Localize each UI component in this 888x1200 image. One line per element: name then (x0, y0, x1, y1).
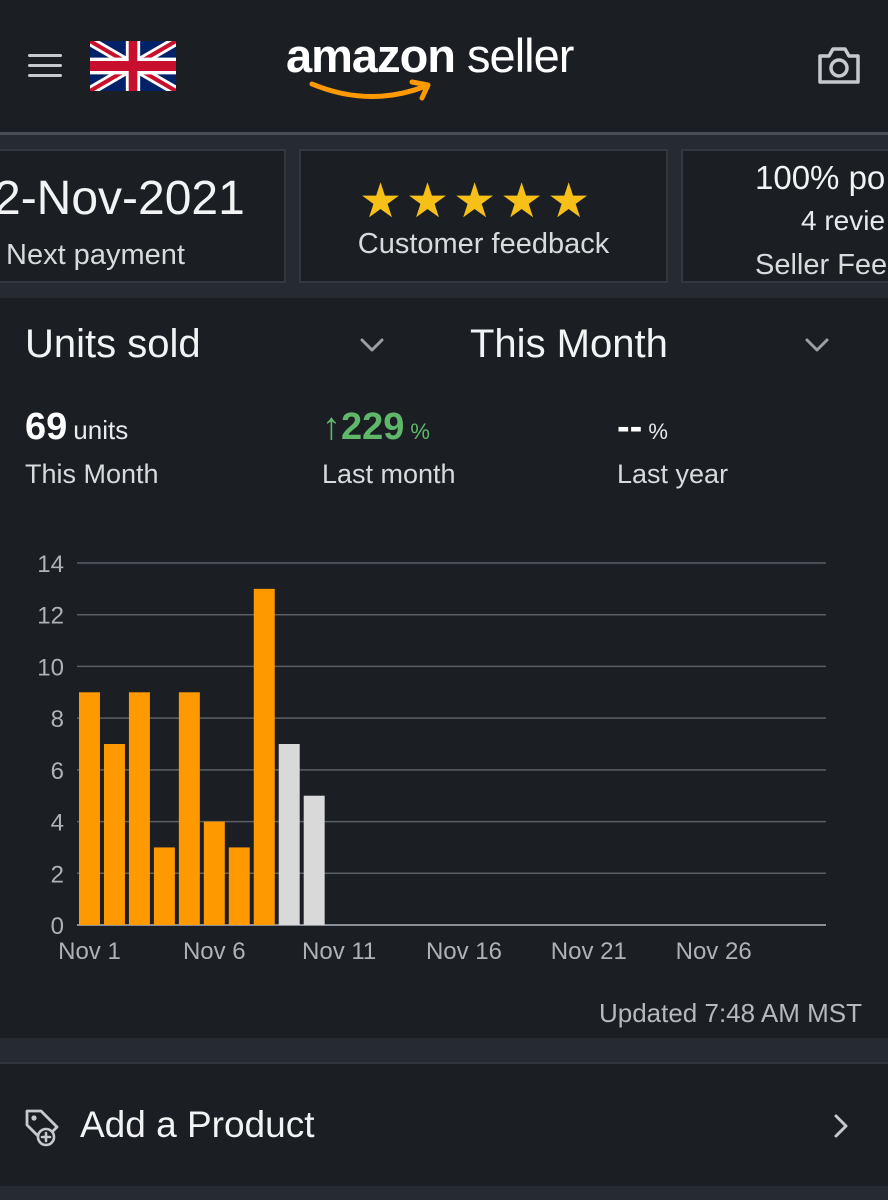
y-tick-label: 8 (51, 706, 64, 733)
add-product-label: Add a Product (80, 1104, 315, 1145)
feedback-percent: 100% po (755, 159, 886, 196)
chevron-right-icon (834, 1114, 848, 1138)
metric-this-month: 69 units This Month (25, 406, 159, 490)
period-dropdown-label: This Month (470, 322, 668, 366)
feedback-label: Customer feedback (357, 228, 610, 260)
bar (178, 692, 200, 925)
period-dropdown[interactable]: This Month (470, 322, 830, 372)
review-count: 4 revie (801, 205, 886, 236)
x-tick-label: Nov 21 (551, 938, 627, 965)
metric-unit: units (73, 415, 129, 445)
y-tick-label: 10 (37, 654, 64, 681)
y-tick-label: 4 (51, 810, 64, 837)
metric-unit: % (648, 419, 668, 444)
x-tick-label: Nov 26 (676, 938, 752, 965)
logo-brand-text: amazon (286, 29, 456, 82)
metric-value: ↑229 (322, 406, 405, 448)
customer-feedback-card[interactable]: ★★★★★ Customer feedback (299, 149, 668, 283)
x-tick-label: Nov 1 (58, 938, 121, 965)
hamburger-menu-icon[interactable] (28, 54, 62, 80)
metric-dropdown-label: Units sold (25, 322, 201, 366)
units-sold-chart: 0 2 4 6 8 10 12 14 Nov 1 Nov 6 Nov 11 Nov 16 Nov 21 N… (37, 551, 826, 965)
bar (103, 744, 125, 925)
y-tick-label: 0 (51, 913, 64, 940)
metric-value: -- (617, 406, 643, 448)
amazon-smile-icon (309, 79, 431, 101)
y-tick-label: 14 (37, 551, 64, 578)
metric-last-month: ↑229% Last month (322, 406, 456, 490)
bar (228, 847, 250, 925)
logo-seller-text: seller (455, 29, 574, 82)
camera-icon[interactable] (816, 44, 862, 86)
payment-date: 2-Nov-2021 (0, 172, 245, 225)
bar (128, 692, 150, 925)
amazon-seller-logo: amazon seller (286, 28, 606, 108)
seller-feedback-label: Seller Fee (755, 249, 888, 281)
metric-unit: % (410, 419, 430, 444)
y-tick-label: 12 (37, 603, 64, 630)
metric-value: 69 (25, 406, 68, 448)
seller-feedback-card[interactable]: 100% po 4 revie Seller Fee (681, 149, 888, 283)
bottom-separator (0, 1186, 888, 1200)
chevron-down-icon (360, 338, 384, 352)
metric-label: Last year (617, 459, 729, 489)
metric-label: Last month (322, 459, 456, 489)
next-payment-card[interactable]: 2-Nov-2021 Next payment (0, 149, 286, 283)
metric-label: This Month (25, 459, 159, 489)
payment-label: Next payment (6, 239, 185, 271)
chevron-down-icon (805, 338, 829, 352)
section-separator (0, 1038, 888, 1064)
y-tick-label: 2 (51, 861, 64, 888)
star-rating-icon: ★★★★★ (359, 175, 595, 228)
add-product-row[interactable]: Add a Product (0, 1064, 888, 1186)
updated-timestamp: Updated 7:48 AM MST (598, 998, 862, 1028)
x-tick-label: Nov 16 (426, 938, 502, 965)
bar (303, 795, 325, 925)
app-header: amazon seller (0, 0, 888, 132)
summary-cards: 2-Nov-2021 Next payment ★★★★★ Customer f… (0, 135, 888, 298)
add-tag-icon (25, 1109, 59, 1147)
bar (153, 847, 175, 925)
uk-flag-icon[interactable] (90, 41, 176, 91)
bar (203, 821, 225, 925)
x-tick-label: Nov 11 (302, 938, 376, 965)
metric-last-year: --% Last year (617, 406, 728, 490)
y-tick-label: 6 (51, 758, 64, 785)
sales-panel: Units sold This Month 69 units This Month… (0, 298, 888, 1038)
bar (253, 588, 275, 925)
bar (78, 692, 100, 925)
x-tick-label: Nov 6 (183, 938, 246, 965)
bar (278, 744, 300, 925)
metric-dropdown[interactable]: Units sold (25, 322, 385, 372)
